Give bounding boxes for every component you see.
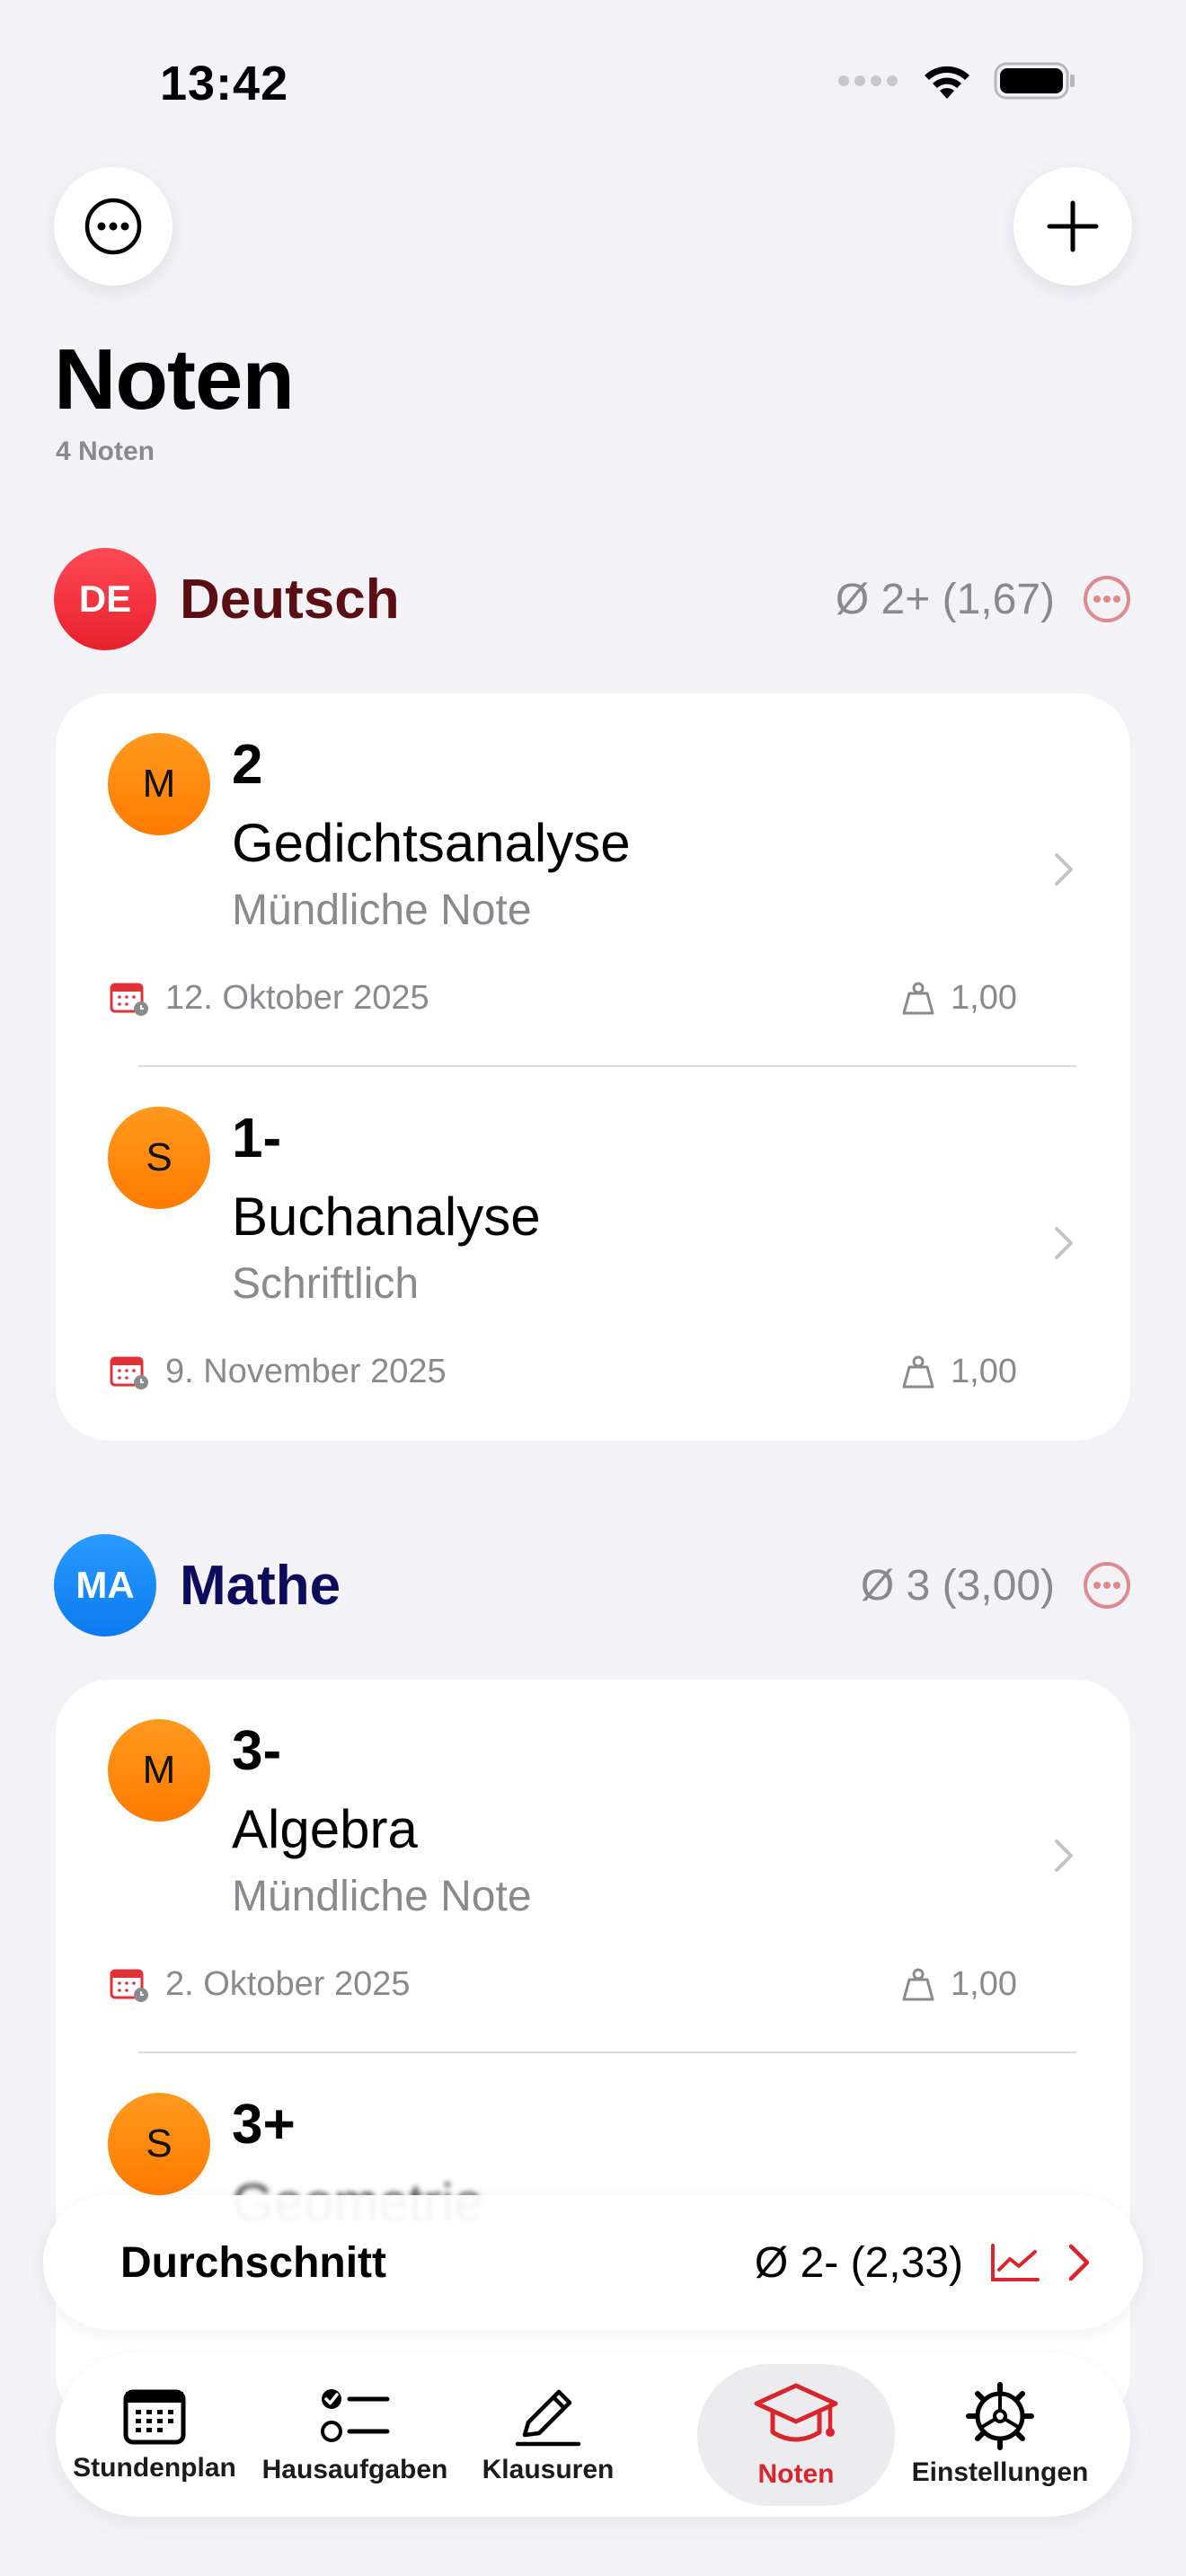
battery-icon (994, 62, 1075, 100)
grade-weight: 1,00 (900, 1353, 1017, 1391)
subject-more-icon[interactable] (1082, 574, 1132, 624)
subject-average: Ø 2+ (1,67) (835, 575, 1055, 623)
chevron-right-icon (1055, 1839, 1073, 1872)
grade-weight-text: 1,00 (951, 1353, 1017, 1390)
graduation-cap-icon (754, 2383, 838, 2442)
grade-type: Mündliche Note (232, 1873, 532, 1920)
grade-weight: 1,00 (900, 1965, 1017, 2004)
checklist-icon (321, 2389, 390, 2442)
subject-badge: DE (54, 548, 156, 650)
subject-header-deutsch: DE Deutsch Ø 2+ (1,67) (54, 548, 1132, 650)
tab-label: Hausaufgaben (261, 2455, 448, 2484)
tab-label: Einstellungen (911, 2457, 1089, 2487)
tab-bar: Stundenplan Hausaufgaben Klausuren Noten (56, 2353, 1130, 2517)
grade-value: 1- (232, 1107, 282, 1169)
grade-value: 2 (232, 734, 263, 796)
calendar-clock-icon (110, 1969, 148, 2002)
grade-weight-text: 1,00 (951, 979, 1017, 1017)
gear-icon (966, 2382, 1034, 2450)
status-bar: 13:42 (0, 0, 1186, 162)
chevron-right-icon (1055, 1227, 1073, 1259)
tab-hausaufgaben[interactable]: Hausaufgaben (250, 2364, 460, 2506)
average-value: Ø 2- (2,33) (754, 2238, 963, 2287)
subject-average: Ø 3 (3,00) (860, 1561, 1055, 1610)
tab-stundenplan[interactable]: Stundenplan (66, 2364, 243, 2506)
subject-name: Mathe (180, 1554, 341, 1617)
page-subtitle: 4 Noten (56, 437, 155, 466)
grade-date: 2. Oktober 2025 (110, 1965, 411, 2004)
grade-row[interactable]: M 3- Algebra Mündliche Note 2. Oktober 2… (56, 1680, 1130, 2053)
tab-noten[interactable]: Noten (697, 2364, 895, 2506)
grade-date: 9. November 2025 (110, 1353, 447, 1391)
grade-date: 12. Oktober 2025 (110, 979, 429, 1018)
grade-type-badge: S (108, 1107, 210, 1209)
calendar-clock-icon (110, 983, 148, 1016)
grade-row[interactable]: S 1- Buchanalyse Schriftlich 9. November… (56, 1067, 1130, 1441)
subject-name: Deutsch (180, 568, 400, 631)
grade-type-badge: M (108, 1719, 210, 1822)
grade-weight-text: 1,00 (951, 1965, 1017, 2003)
weight-icon (902, 982, 934, 1014)
average-bar[interactable]: Durchschnitt Ø 2- (2,33) (43, 2195, 1143, 2330)
weight-icon (902, 1355, 934, 1388)
grade-date-text: 2. Oktober 2025 (165, 1965, 411, 2003)
grade-value: 3+ (232, 2094, 296, 2156)
grade-title: Algebra (232, 1799, 418, 1859)
ellipsis-circle-icon (84, 198, 142, 255)
more-options-button[interactable] (54, 167, 173, 286)
subject-more-icon[interactable] (1082, 1560, 1132, 1610)
grade-title: Gedichtsanalyse (232, 813, 631, 873)
status-time: 13:42 (160, 57, 289, 110)
average-label: Durchschnitt (120, 2238, 387, 2287)
tab-klausuren[interactable]: Klausuren (465, 2364, 631, 2506)
page-title: Noten (54, 331, 295, 428)
grade-date-text: 9. November 2025 (165, 1353, 447, 1390)
status-icons (837, 61, 1076, 101)
grades-card-deutsch: M 2 Gedichtsanalyse Mündliche Note 12. O… (56, 693, 1130, 1441)
grade-row[interactable]: M 2 Gedichtsanalyse Mündliche Note 12. O… (56, 693, 1130, 1067)
grade-type-badge: M (108, 733, 210, 835)
calendar-clock-icon (110, 1356, 148, 1389)
add-grade-button[interactable] (1013, 167, 1132, 286)
tab-einstellungen[interactable]: Einstellungen (888, 2364, 1112, 2506)
grade-type: Mündliche Note (232, 887, 532, 934)
grade-type: Schriftlich (232, 1260, 420, 1308)
grade-title: Buchanalyse (232, 1187, 541, 1247)
wifi-icon (925, 66, 969, 99)
subject-header-mathe: MA Mathe Ø 3 (3,00) (54, 1534, 1132, 1636)
tab-label: Noten (757, 2459, 835, 2489)
grade-weight: 1,00 (900, 979, 1017, 1018)
grade-type-badge: S (108, 2093, 210, 2195)
chart-line-icon (991, 2244, 1040, 2281)
grade-value: 3- (232, 1720, 282, 1782)
calendar-grid-icon (123, 2389, 186, 2445)
grade-date-text: 12. Oktober 2025 (165, 979, 429, 1017)
pencil-icon (515, 2389, 581, 2447)
tab-label: Stundenplan (73, 2453, 236, 2483)
chevron-right-icon (1068, 2244, 1090, 2281)
tab-label: Klausuren (482, 2455, 615, 2484)
subject-badge: MA (54, 1534, 156, 1636)
plus-icon (1047, 200, 1099, 252)
weight-icon (902, 1968, 934, 2000)
chevron-right-icon (1055, 853, 1073, 886)
cellular-signal-icon (838, 75, 898, 86)
